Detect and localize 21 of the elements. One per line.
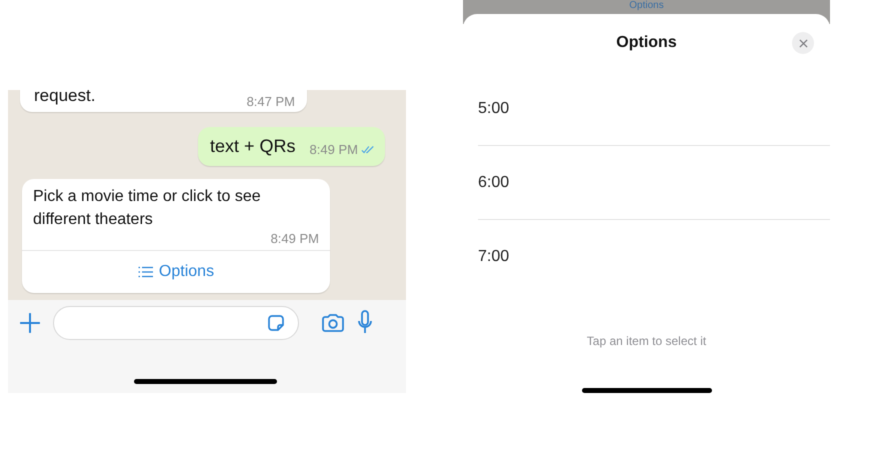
message-input-field[interactable] — [53, 306, 299, 340]
option-item[interactable]: 7:00 — [478, 220, 830, 294]
camera-icon[interactable] — [321, 312, 345, 332]
option-item[interactable]: 5:00 — [478, 72, 830, 146]
message-text: Pick a movie time or click to see different theaters — [33, 187, 262, 230]
message-text: request. — [34, 90, 96, 106]
hint-text: Tap an item to select it — [586, 334, 706, 348]
options-button[interactable]: Options — [22, 251, 330, 293]
message-time: 8:47 PM — [246, 94, 295, 109]
list-icon — [138, 266, 154, 278]
plus-icon[interactable] — [19, 312, 41, 334]
close-icon — [798, 38, 808, 48]
microphone-icon[interactable] — [357, 310, 373, 336]
sticker-icon[interactable] — [266, 312, 286, 332]
message-time: 8:49 PM — [310, 142, 358, 157]
sheet-title: Options — [616, 34, 677, 52]
option-item[interactable]: 6:00 — [478, 146, 830, 220]
options-label: Options — [629, 0, 664, 13]
message-text: text + QRs — [210, 136, 296, 157]
close-button[interactable] — [792, 32, 814, 54]
message-time: 8:49 PM — [270, 232, 319, 246]
